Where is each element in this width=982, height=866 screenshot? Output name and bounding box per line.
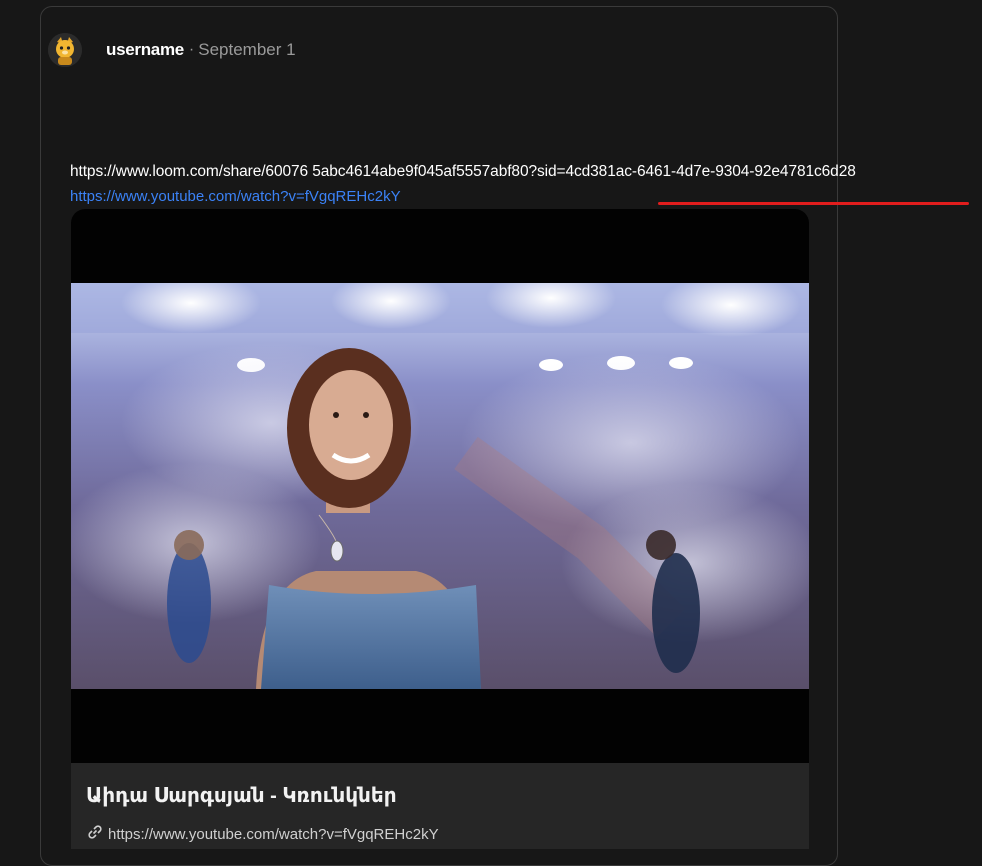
- youtube-embed: Աիդա Սարգսյան - Կռունկներ https://www.yo…: [71, 209, 809, 849]
- embed-url-row[interactable]: https://www.youtube.com/watch?v=fVgqREHc…: [86, 823, 439, 845]
- username[interactable]: username: [106, 40, 184, 60]
- separator-dot: ·: [188, 41, 195, 58]
- youtube-link[interactable]: https://www.youtube.com/watch?v=fVgqREHc…: [70, 188, 401, 205]
- video-player[interactable]: [71, 209, 809, 763]
- loom-url-text[interactable]: https://www.loom.com/share/60076 5abc461…: [70, 163, 856, 181]
- embed-url[interactable]: https://www.youtube.com/watch?v=fVgqREHc…: [108, 826, 439, 843]
- link-icon: [86, 823, 104, 845]
- post-date[interactable]: September 1: [198, 40, 295, 60]
- cat-avatar-icon: [48, 33, 82, 67]
- concert-stage-image: [71, 283, 809, 689]
- avatar[interactable]: [48, 33, 82, 67]
- embed-info: Աիդա Սարգսյան - Կռունկներ https://www.yo…: [71, 763, 809, 849]
- embed-title[interactable]: Աիդա Սարգսյան - Կռունկներ: [86, 783, 397, 808]
- video-thumbnail[interactable]: [71, 283, 809, 689]
- post-header: username · September 1: [48, 30, 296, 70]
- red-underline-annotation: [658, 202, 969, 205]
